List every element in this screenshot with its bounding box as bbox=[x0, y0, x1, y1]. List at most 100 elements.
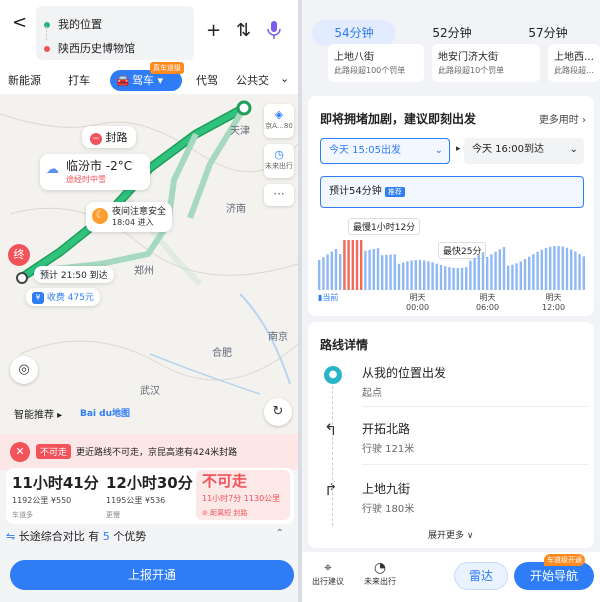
map-view[interactable]: 天津 济南 郑州 合肥 南京 武汉 − 封路 ☁ 临汾市 -2°C 途经时中雪 … bbox=[0, 94, 298, 434]
duration-bar bbox=[334, 249, 338, 290]
tab-route-1[interactable]: 54分钟 bbox=[312, 20, 396, 46]
mode-taxi[interactable]: 打车 bbox=[68, 72, 90, 88]
compare-prefix: 长途综合对比 有 bbox=[18, 530, 100, 543]
route-input-box[interactable]: 我的位置 陕西历史博物馆 bbox=[36, 6, 194, 60]
close-alert-icon[interactable]: ✕ bbox=[10, 442, 30, 462]
mode-new-energy[interactable]: 新能源 bbox=[8, 72, 41, 88]
city-label: 合肥 bbox=[212, 348, 232, 359]
eta-text: 预计 21:50 到达 bbox=[40, 271, 108, 281]
step-divider bbox=[362, 464, 588, 465]
end-marker[interactable]: 终 bbox=[8, 244, 30, 266]
city-label: 天津 bbox=[230, 126, 250, 137]
night-warning-bubble[interactable]: ☾ 夜间注意安全 18:04 进入 bbox=[86, 202, 172, 232]
expand-more-link[interactable]: 展开更多 ∨ bbox=[428, 528, 473, 541]
back-icon[interactable]: < bbox=[12, 12, 27, 33]
fine-card[interactable]: 地安门济大街 此路段超10个罚单 bbox=[432, 44, 540, 82]
mode-public-transit[interactable]: 公共交 bbox=[236, 72, 269, 88]
duration-bar bbox=[570, 249, 573, 290]
arrive-time-select[interactable]: 今天 16:00到达 ⌄ bbox=[464, 138, 584, 164]
duration-bar bbox=[431, 262, 434, 290]
toll-text: 收费 475元 bbox=[46, 293, 94, 303]
chevron-down-icon[interactable]: ⌄ bbox=[280, 72, 289, 85]
destination-field[interactable]: 陕西历史博物馆 bbox=[44, 40, 135, 56]
long-distance-compare[interactable]: ⇋ 长途综合对比 有 5 个优势 ⌃ bbox=[6, 528, 294, 548]
baidu-map-logo: Bai du地图 bbox=[80, 409, 131, 419]
stopwatch-icon: ◔ bbox=[373, 560, 387, 576]
duration-bar bbox=[393, 254, 396, 290]
duration-bar bbox=[460, 267, 464, 290]
swap-icon[interactable]: ⇅ bbox=[236, 20, 251, 41]
more-durations-link[interactable]: 更多用时 › bbox=[539, 111, 586, 126]
locate-icon: ◎ bbox=[18, 362, 30, 377]
refresh-button[interactable]: ↻ bbox=[264, 398, 292, 426]
step-sub: 行驶 180米 bbox=[362, 504, 415, 515]
time-tick: 明天 12:00 bbox=[542, 292, 565, 312]
route-option-unavailable[interactable]: 不可走 11小时7分 1130公里 ⊘ 距离短 封路 bbox=[196, 470, 290, 520]
compare-suffix: 个优势 bbox=[113, 530, 147, 543]
route-option[interactable]: 11小时41分 1192公里 ¥550 车道多 bbox=[12, 472, 100, 522]
road-closed-text: 封路 bbox=[105, 131, 128, 144]
future-travel-label: 未来出行 bbox=[364, 577, 396, 586]
more-button[interactable]: ··· bbox=[264, 184, 294, 206]
road-closed-marker[interactable]: − 封路 bbox=[82, 126, 136, 148]
smart-recommend-link[interactable]: 智能推荐 ▸ bbox=[14, 406, 62, 421]
duration-bar bbox=[402, 262, 405, 290]
duration-bar bbox=[582, 256, 585, 290]
duration-bar bbox=[477, 255, 480, 290]
tab-route-3[interactable]: 57分钟 bbox=[506, 20, 590, 46]
duration-bar bbox=[339, 254, 342, 290]
radar-button[interactable]: 雷达 bbox=[454, 562, 508, 590]
duration-bar-chart[interactable] bbox=[316, 234, 586, 290]
refresh-icon: ↻ bbox=[272, 404, 284, 419]
fine-text: 此路段超100个罚单 bbox=[334, 66, 406, 75]
location-icon: ⌖ bbox=[324, 560, 332, 576]
duration-bar bbox=[557, 246, 560, 290]
mode-drive-label: 驾车 bbox=[132, 74, 154, 87]
future-travel-button[interactable]: ◔ 未来出行 bbox=[364, 560, 396, 587]
duration-bar bbox=[448, 267, 451, 290]
locate-button[interactable]: ◎ bbox=[10, 356, 38, 384]
tick-day: 明天 bbox=[479, 293, 496, 302]
duration-bar bbox=[473, 257, 476, 290]
duration-bar bbox=[574, 251, 577, 290]
duration-bar bbox=[322, 257, 325, 290]
origin-dot-icon bbox=[44, 22, 50, 28]
fine-card[interactable]: 上地八街 此路段超100个罚单 bbox=[328, 44, 424, 82]
duration-bar bbox=[515, 263, 518, 290]
route-option[interactable]: 12小时30分 1195公里 ¥536 更慢 bbox=[106, 472, 194, 522]
origin-field[interactable]: 我的位置 bbox=[44, 16, 102, 32]
route-alert-bar[interactable]: ✕ 不可走 更近路线不可走，京昆高速有424米封路 bbox=[0, 434, 298, 470]
chevron-up-icon[interactable]: ⌃ bbox=[276, 528, 284, 539]
future-travel-button[interactable]: ◷ 未来出行 bbox=[264, 144, 294, 178]
transport-mode-tabs: 新能源 打车 🚘 驾车 ▾ 真车道级 代驾 公共交 ⌄ bbox=[0, 62, 298, 94]
snow-cloud-icon: ☁ bbox=[46, 162, 59, 177]
duration-bar bbox=[532, 254, 535, 290]
duration-bar bbox=[355, 240, 359, 290]
depart-time-select[interactable]: 今天 15:05出发 ⌄ bbox=[320, 138, 450, 164]
duration-bar bbox=[435, 263, 438, 290]
mic-icon[interactable] bbox=[266, 20, 282, 45]
plus-icon[interactable]: + bbox=[206, 20, 221, 41]
duration-bar bbox=[511, 264, 514, 290]
duration-bar bbox=[372, 248, 375, 290]
duration-bar bbox=[481, 252, 485, 290]
layers-button[interactable]: ◈ 京A…80 bbox=[264, 104, 294, 138]
duration-bar bbox=[414, 260, 417, 290]
mode-designated-driver[interactable]: 代驾 bbox=[196, 72, 218, 88]
detail-title: 路线详情 bbox=[320, 338, 369, 352]
duration-bar bbox=[410, 260, 413, 290]
chevron-down-icon: ⌄ bbox=[434, 145, 443, 156]
duration-bar bbox=[498, 249, 501, 290]
start-navigation-button[interactable]: 开始导航 bbox=[514, 562, 594, 590]
report-open-button[interactable]: 上报开通 bbox=[10, 560, 294, 590]
bottom-action-bar: ⌖ 出行建议 ◔ 未来出行 雷达 开始导航 车道级开通 bbox=[302, 552, 600, 602]
weather-bubble[interactable]: ☁ 临汾市 -2°C 途经时中雪 bbox=[40, 154, 150, 190]
route-separator bbox=[46, 26, 47, 40]
tab-route-2[interactable]: 52分钟 bbox=[410, 20, 494, 46]
travel-advice-button[interactable]: ⌖ 出行建议 bbox=[312, 560, 344, 587]
current-time-marker: ▮当前 bbox=[318, 292, 338, 303]
fine-card[interactable]: 上地西… 此路段超… bbox=[548, 44, 600, 82]
duration-bar bbox=[444, 266, 447, 290]
duration-bar bbox=[523, 259, 527, 290]
duration-bar bbox=[540, 249, 543, 290]
